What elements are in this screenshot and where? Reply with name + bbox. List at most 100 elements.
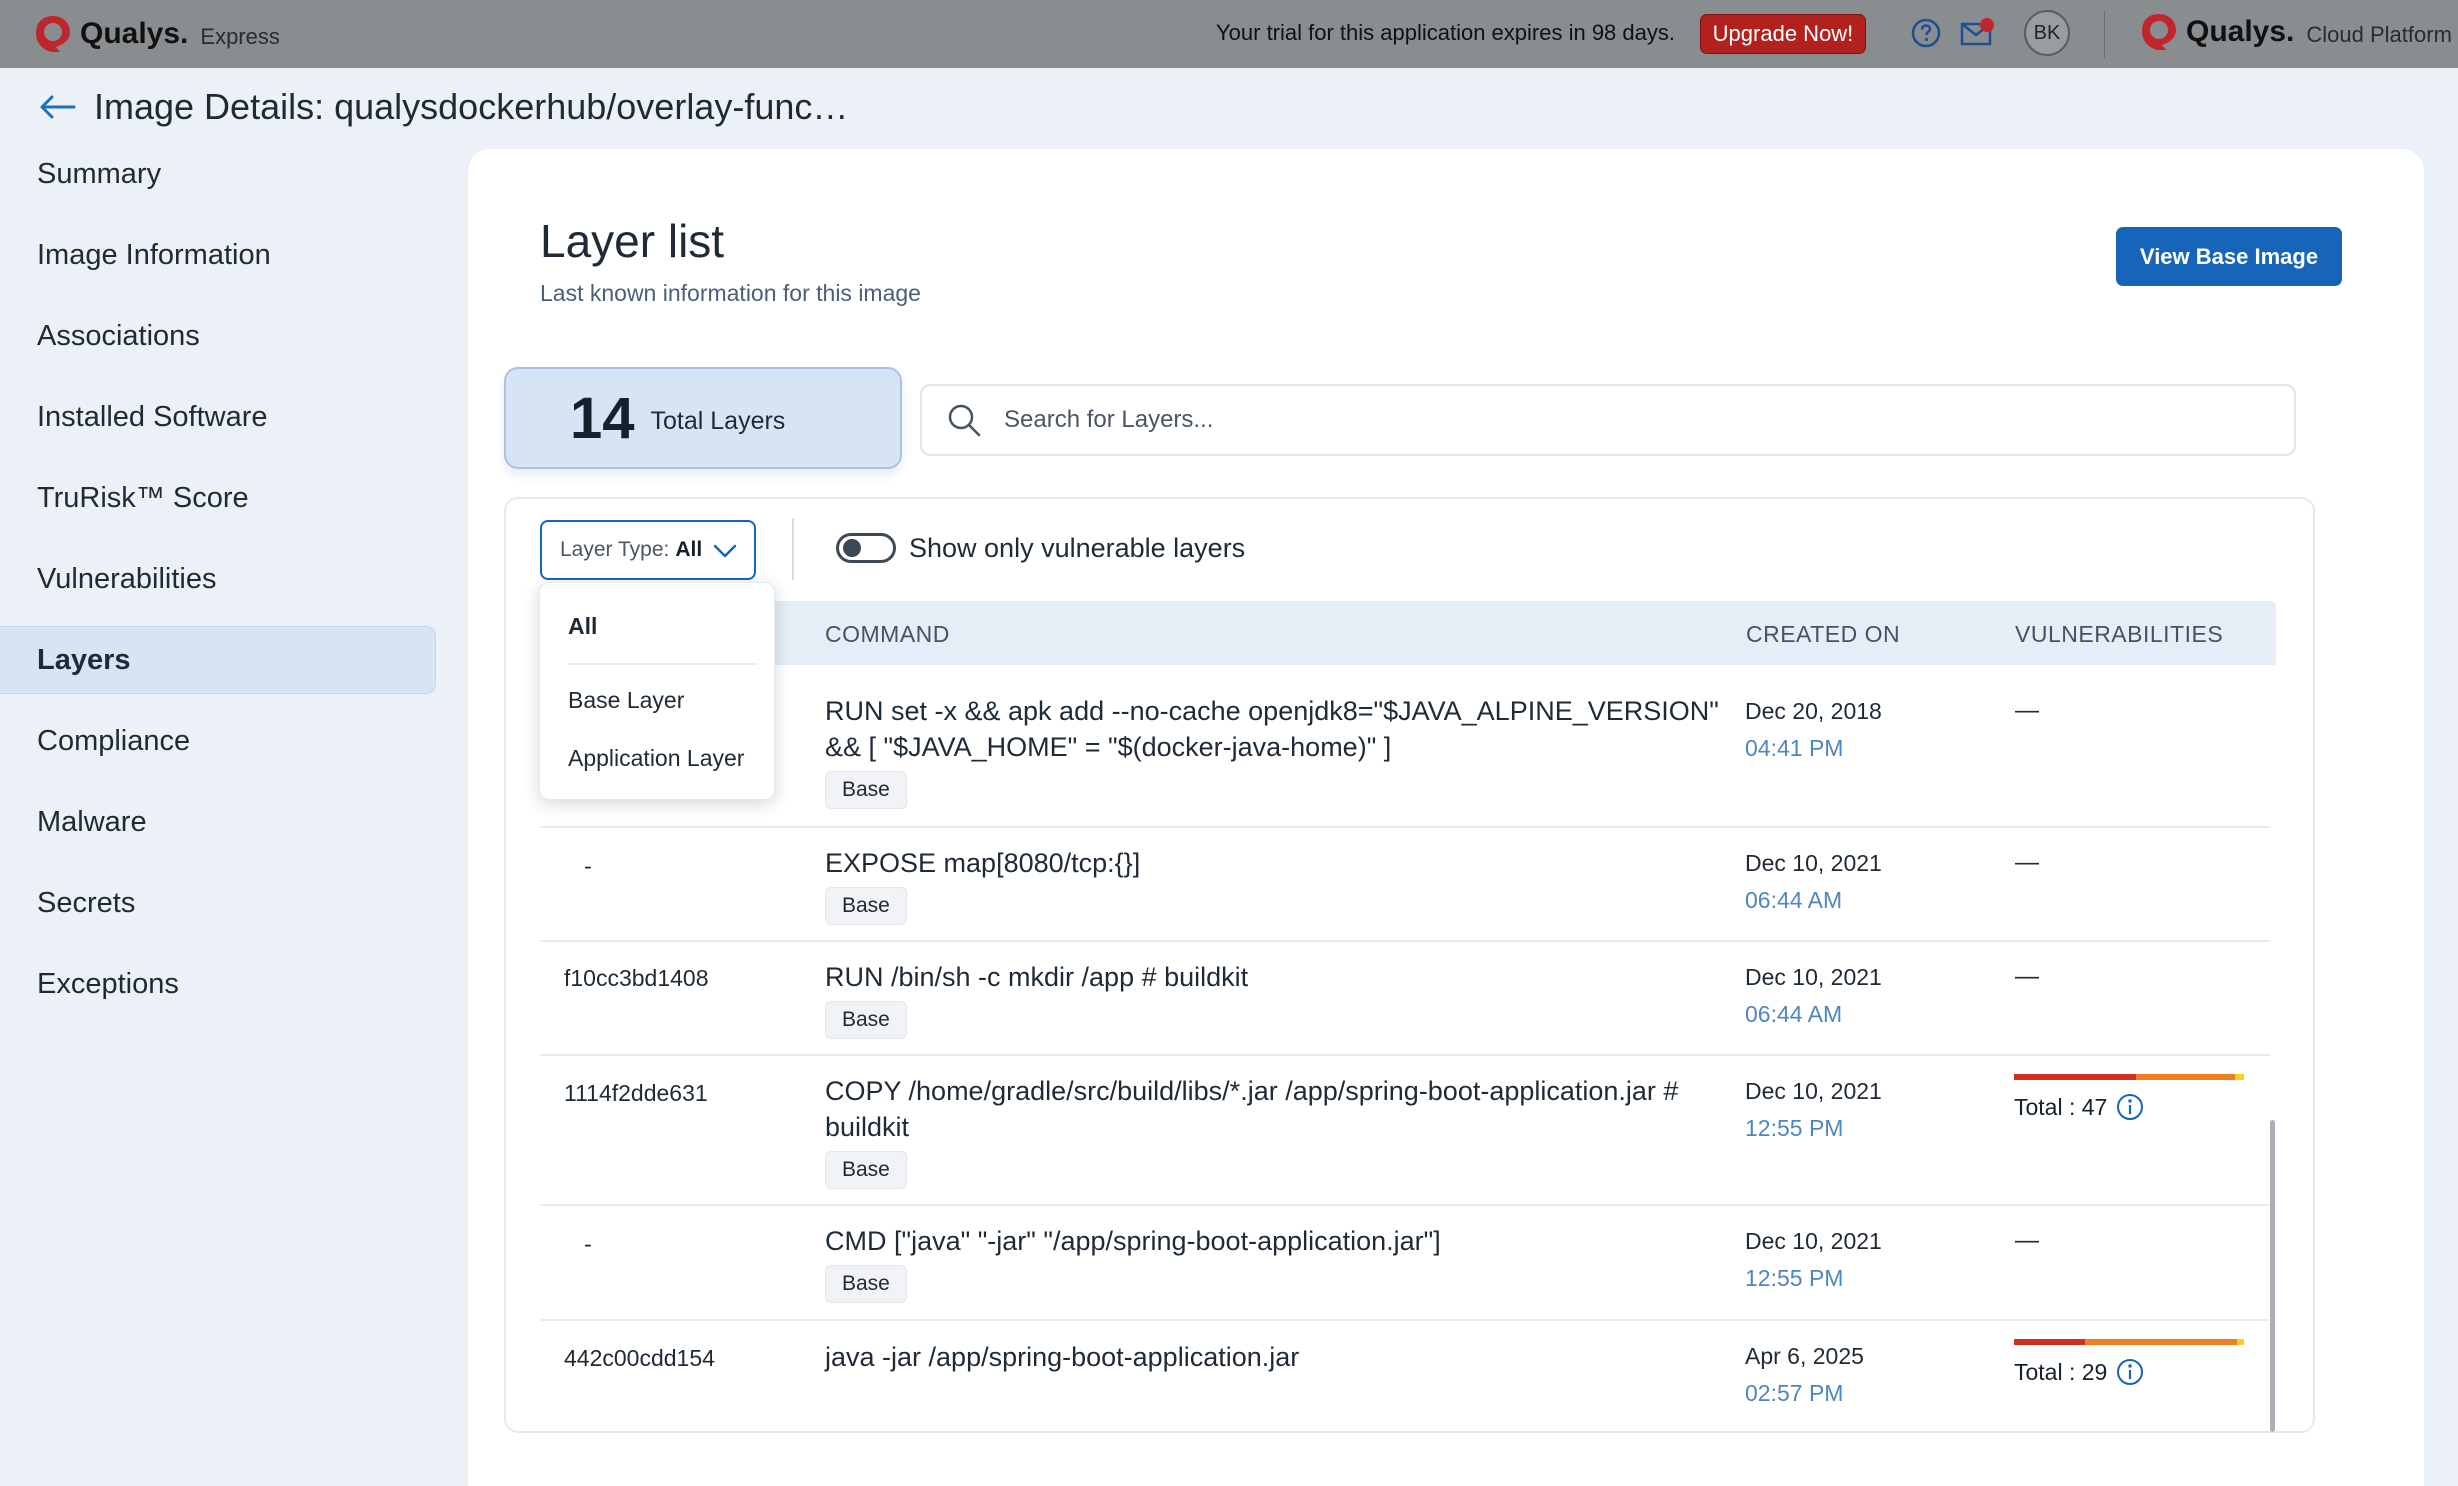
created-time: 12:55 PM	[1745, 1115, 1844, 1141]
column-command[interactable]: COMMAND	[825, 621, 950, 648]
severity-segment	[2014, 1339, 2086, 1345]
table-row[interactable]: - CMD ["java" "-jar" "/app/spring-boot-a…	[540, 1206, 2270, 1321]
view-base-image-button[interactable]: View Base Image	[2116, 227, 2342, 286]
table-row[interactable]: 1114f2dde631 COPY /home/gradle/src/build…	[540, 1056, 2270, 1206]
info-icon[interactable]	[2115, 1092, 2145, 1122]
created-time: 06:44 AM	[1745, 887, 1843, 913]
brand-name: Qualys.	[80, 17, 189, 50]
filter-prefix: Layer Type:	[560, 538, 670, 561]
vulnerability-total-text: Total : 47	[2014, 1093, 2108, 1120]
filter-value: All	[675, 538, 703, 561]
vulnerabilities-empty: —	[2015, 1227, 2039, 1254]
vulnerability-total-text: Total : 29	[2014, 1358, 2108, 1385]
severity-segment	[2014, 1074, 2136, 1080]
sidebar-item-vulnerabilities[interactable]: Vulnerabilities	[0, 545, 436, 613]
table-row[interactable]: RUN set -x && apk add --no-cache openjdk…	[540, 675, 2270, 828]
severity-segment	[2237, 1339, 2244, 1345]
layer-type-tag: Base	[825, 1151, 907, 1189]
search-icon	[948, 404, 981, 437]
layer-command: CMD ["java" "-jar" "/app/spring-boot-app…	[825, 1223, 1725, 1303]
sidebar-item-layers[interactable]: Layers	[0, 626, 436, 694]
created-date: Dec 10, 2021	[1745, 1228, 1882, 1254]
created-on: Dec 10, 2021 06:44 AM	[1745, 845, 1882, 919]
created-date: Dec 20, 2018	[1745, 698, 1882, 724]
brand-name: Qualys.	[2186, 15, 2295, 48]
created-on: Dec 10, 2021 12:55 PM	[1745, 1223, 1882, 1297]
dropdown-divider	[568, 663, 758, 665]
brand-sub: Cloud Platform	[2306, 22, 2452, 47]
info-icon[interactable]	[2115, 1357, 2145, 1387]
sidebar-item-installed-software[interactable]: Installed Software	[0, 383, 436, 451]
layer-type-tag: Base	[825, 771, 907, 809]
vulnerable-only-toggle[interactable]	[836, 533, 896, 563]
layer-id: -	[584, 1231, 592, 1257]
layer-type-dropdown-menu: All Base Layer Application Layer	[539, 582, 775, 800]
search-input[interactable]	[1004, 406, 2204, 434]
dropdown-option-all[interactable]: All	[568, 613, 597, 640]
command-text: RUN set -x && apk add --no-cache openjdk…	[825, 696, 1719, 762]
layer-command: COPY /home/gradle/src/build/libs/*.jar /…	[825, 1073, 1725, 1189]
command-text: java -jar /app/spring-boot-application.j…	[825, 1342, 1300, 1372]
created-time: 04:41 PM	[1745, 735, 1844, 761]
created-date: Dec 10, 2021	[1745, 850, 1882, 876]
sidebar-item-trurisk-score[interactable]: TruRisk™ Score	[0, 464, 436, 532]
table-header: COMMAND CREATED ON VULNERABILITIES	[540, 601, 2276, 665]
qualys-express-logo[interactable]: Qualys. Express	[34, 14, 280, 54]
qualys-cloud-platform-logo[interactable]: Qualys. Cloud Platform	[2140, 12, 2452, 52]
layer-command: RUN /bin/sh -c mkdir /app # buildkit Bas…	[825, 959, 1725, 1039]
topbar-divider	[2104, 10, 2105, 58]
table-row[interactable]: - EXPOSE map[8080/tcp:{}] Base Dec 10, 2…	[540, 828, 2270, 942]
command-text: EXPOSE map[8080/tcp:{}]	[825, 848, 1141, 878]
sidebar-item-compliance[interactable]: Compliance	[0, 707, 436, 775]
page-title: Image Details: qualysdockerhub/overlay-f…	[94, 86, 849, 127]
created-on: Dec 10, 2021 06:44 AM	[1745, 959, 1882, 1033]
command-text: RUN /bin/sh -c mkdir /app # buildkit	[825, 962, 1249, 992]
command-text: CMD ["java" "-jar" "/app/spring-boot-app…	[825, 1226, 1441, 1256]
severity-segment	[2234, 1074, 2244, 1080]
vulnerability-total: Total : 29	[2014, 1357, 2244, 1387]
table-row[interactable]: f10cc3bd1408 RUN /bin/sh -c mkdir /app #…	[540, 942, 2270, 1056]
vulnerable-only-label: Show only vulnerable layers	[909, 533, 1246, 563]
layer-type-tag: Base	[825, 1265, 907, 1303]
sidebar-nav: Summary Image Information Associations I…	[0, 140, 436, 1031]
user-avatar[interactable]: BK	[2024, 10, 2070, 56]
vulnerability-summary: Total : 29	[2014, 1339, 2244, 1387]
layer-command: java -jar /app/spring-boot-application.j…	[825, 1339, 1725, 1375]
back-arrow-icon[interactable]	[38, 92, 76, 122]
toggle-knob	[843, 539, 861, 557]
vulnerabilities-empty: —	[2015, 963, 2039, 990]
total-layers-label: Total Layers	[650, 406, 786, 435]
sidebar-item-secrets[interactable]: Secrets	[0, 869, 436, 937]
table-scrollbar[interactable]	[2270, 1120, 2275, 1432]
layer-command: RUN set -x && apk add --no-cache openjdk…	[825, 693, 1725, 809]
vulnerabilities-empty: —	[2015, 697, 2039, 724]
layer-id: -	[584, 853, 592, 879]
help-circle-icon[interactable]	[1910, 17, 1942, 49]
upgrade-now-button[interactable]: Upgrade Now!	[1700, 14, 1866, 54]
created-on: Dec 20, 2018 04:41 PM	[1745, 693, 1882, 767]
vulnerability-summary: Total : 47	[2014, 1074, 2244, 1122]
severity-segment	[2085, 1339, 2238, 1345]
table-row[interactable]: 442c00cdd154 java -jar /app/spring-boot-…	[540, 1321, 2270, 1431]
sidebar-item-summary[interactable]: Summary	[0, 140, 436, 208]
layer-type-filter[interactable]: Layer Type: All	[540, 520, 756, 580]
dropdown-option-base-layer[interactable]: Base Layer	[568, 687, 684, 714]
layer-type-tag: Base	[825, 1001, 907, 1039]
total-layers-card: 14 Total Layers	[504, 367, 902, 469]
column-vulnerabilities[interactable]: VULNERABILITIES	[2015, 621, 2223, 648]
layer-type-tag: Base	[825, 887, 907, 925]
vulnerability-total: Total : 47	[2014, 1092, 2244, 1122]
created-date: Apr 6, 2025	[1745, 1343, 1864, 1369]
notification-mail-icon[interactable]	[1960, 16, 1996, 48]
trial-notice: Your trial for this application expires …	[1216, 20, 1675, 45]
sidebar-item-malware[interactable]: Malware	[0, 788, 436, 856]
section-title: Layer list	[540, 215, 725, 267]
filter-divider	[792, 518, 794, 580]
dropdown-option-application-layer[interactable]: Application Layer	[568, 745, 744, 772]
column-created-on[interactable]: CREATED ON	[1746, 621, 1900, 648]
sidebar-item-exceptions[interactable]: Exceptions	[0, 950, 436, 1018]
sidebar-item-image-information[interactable]: Image Information	[0, 221, 436, 289]
layer-id: 1114f2dde631	[564, 1080, 708, 1106]
layer-id: 442c00cdd154	[564, 1345, 715, 1371]
sidebar-item-associations[interactable]: Associations	[0, 302, 436, 370]
